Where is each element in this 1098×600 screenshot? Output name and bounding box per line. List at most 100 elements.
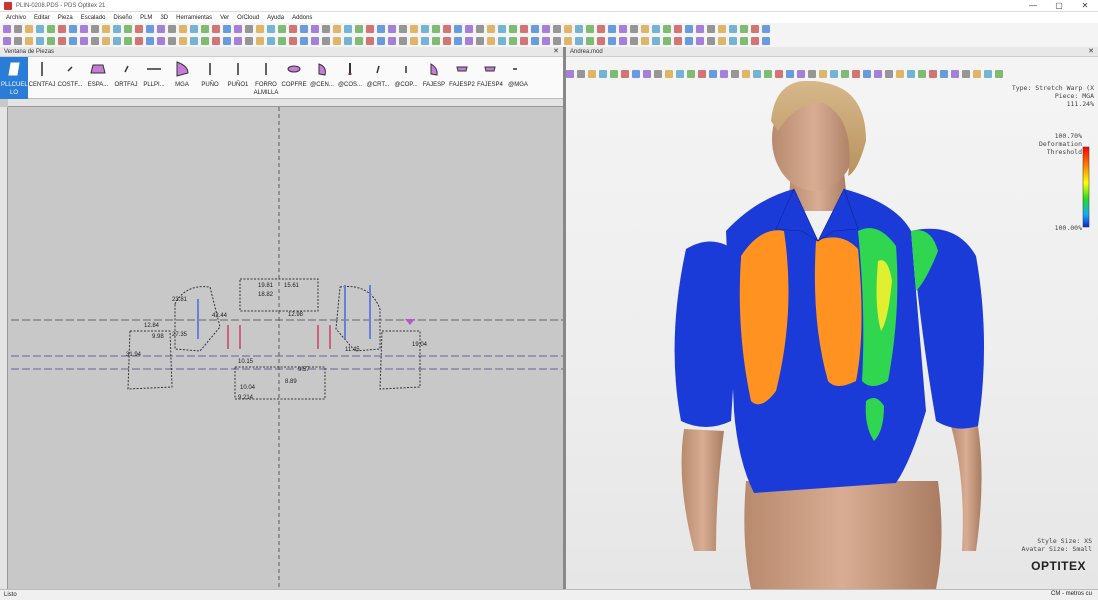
toolbar-tool-icon[interactable] [3,25,11,33]
toolbar-tool-icon[interactable] [432,25,440,33]
toolbar-tool-icon[interactable] [564,25,572,33]
toolbar-tool-icon[interactable] [14,37,22,45]
toolbar-tool-icon[interactable] [267,37,275,45]
toolbar-tool-icon[interactable] [267,25,275,33]
toolbar-tool-icon[interactable] [399,25,407,33]
toolbar-tool-icon[interactable] [289,37,297,45]
toolbar-tool-icon[interactable] [951,70,959,78]
toolbar-tool-icon[interactable] [69,25,77,33]
toolbar-tool-icon[interactable] [830,70,838,78]
toolbar-tool-icon[interactable] [256,37,264,45]
toolbar-tool-icon[interactable] [775,70,783,78]
toolbar-tool-icon[interactable] [696,37,704,45]
piece-fajesp[interactable]: FAJESP [420,57,448,99]
menu-plm[interactable]: PLM [140,15,152,21]
toolbar-tool-icon[interactable] [377,25,385,33]
toolbar-tool-icon[interactable] [654,70,662,78]
toolbar-tool-icon[interactable] [852,70,860,78]
toolbar-tool-icon[interactable] [344,25,352,33]
toolbar-tool-icon[interactable] [311,37,319,45]
toolbar-tool-icon[interactable] [718,25,726,33]
toolbar-tool-icon[interactable] [179,37,187,45]
toolbar-tool-icon[interactable] [223,37,231,45]
toolbar-tool-icon[interactable] [553,37,561,45]
toolbar-tool-icon[interactable] [399,37,407,45]
toolbar-tool-icon[interactable] [278,25,286,33]
toolbar-tool-icon[interactable] [918,70,926,78]
toolbar-tool-icon[interactable] [731,70,739,78]
toolbar-tool-icon[interactable] [764,70,772,78]
toolbar-tool-icon[interactable] [729,25,737,33]
piece-espa[interactable]: ESPA... [84,57,112,99]
toolbar-tool-icon[interactable] [597,25,605,33]
toolbar-tool-icon[interactable] [509,25,517,33]
toolbar-tool-icon[interactable] [36,37,44,45]
toolbar-tool-icon[interactable] [454,37,462,45]
toolbar-tool-icon[interactable] [256,25,264,33]
toolbar-tool-icon[interactable] [124,37,132,45]
toolbar-tool-icon[interactable] [751,25,759,33]
toolbar-tool-icon[interactable] [962,70,970,78]
piece-mga[interactable]: MGA [168,57,196,99]
menu-pieza[interactable]: Pieza [58,15,73,21]
toolbar-tool-icon[interactable] [498,37,506,45]
toolbar-tool-icon[interactable] [740,25,748,33]
piece-forro-almilla[interactable]: FORRO ALMILLA [252,57,280,99]
toolbar-tool-icon[interactable] [80,25,88,33]
menu-ocloud[interactable]: O/Cloud [237,15,259,21]
toolbar-tool-icon[interactable] [168,25,176,33]
toolbar-tool-icon[interactable] [201,25,209,33]
close-button[interactable]: ✕ [1072,0,1098,12]
toolbar-tool-icon[interactable] [289,25,297,33]
toolbar-tool-icon[interactable] [3,37,11,45]
toolbar-tool-icon[interactable] [168,37,176,45]
toolbar-tool-icon[interactable] [58,25,66,33]
toolbar-tool-icon[interactable] [476,37,484,45]
toolbar-tool-icon[interactable] [531,25,539,33]
toolbar-tool-icon[interactable] [564,37,572,45]
toolbar-tool-icon[interactable] [663,25,671,33]
menu-3d[interactable]: 3D [160,15,168,21]
toolbar-tool-icon[interactable] [896,70,904,78]
toolbar-tool-icon[interactable] [333,37,341,45]
toolbar-tool-icon[interactable] [245,25,253,33]
toolbar-tool-icon[interactable] [619,25,627,33]
toolbar-tool-icon[interactable] [355,25,363,33]
toolbar-tool-icon[interactable] [179,25,187,33]
toolbar-tool-icon[interactable] [531,37,539,45]
toolbar-tool-icon[interactable] [984,70,992,78]
toolbar-tool-icon[interactable] [599,70,607,78]
toolbar-tool-icon[interactable] [333,25,341,33]
toolbar-tool-icon[interactable] [465,37,473,45]
toolbar-tool-icon[interactable] [157,37,165,45]
toolbar-tool-icon[interactable] [322,37,330,45]
toolbar-tool-icon[interactable] [575,37,583,45]
toolbar-tool-icon[interactable] [630,25,638,33]
toolbar-tool-icon[interactable] [476,25,484,33]
toolbar-tool-icon[interactable] [487,37,495,45]
toolbar-tool-icon[interactable] [808,70,816,78]
toolbar-tool-icon[interactable] [234,25,242,33]
toolbar-tool-icon[interactable] [300,25,308,33]
toolbar-tool-icon[interactable] [157,25,165,33]
piece-puno1[interactable]: PUÑO1 [224,57,252,99]
toolbar-tool-icon[interactable] [696,25,704,33]
toolbar-tool-icon[interactable] [885,70,893,78]
toolbar-tool-icon[interactable] [841,70,849,78]
toolbar-tool-icon[interactable] [720,70,728,78]
toolbar-tool-icon[interactable] [36,25,44,33]
toolbar-tool-icon[interactable] [641,37,649,45]
view3d-panel-close-button[interactable]: ✕ [1088,47,1094,57]
toolbar-tool-icon[interactable] [588,70,596,78]
toolbar-tool-icon[interactable] [542,37,550,45]
toolbar-tool-icon[interactable] [610,70,618,78]
toolbar-tool-icon[interactable] [355,37,363,45]
toolbar-tool-icon[interactable] [388,37,396,45]
toolbar-tool-icon[interactable] [520,25,528,33]
toolbar-tool-icon[interactable] [454,25,462,33]
toolbar-tool-icon[interactable] [69,37,77,45]
toolbar-tool-icon[interactable] [608,37,616,45]
menu-editar[interactable]: Editar [34,15,50,21]
piece-costf[interactable]: COSTF... [56,57,84,99]
piece-fajesp2[interactable]: FAJESP2 [448,57,476,99]
